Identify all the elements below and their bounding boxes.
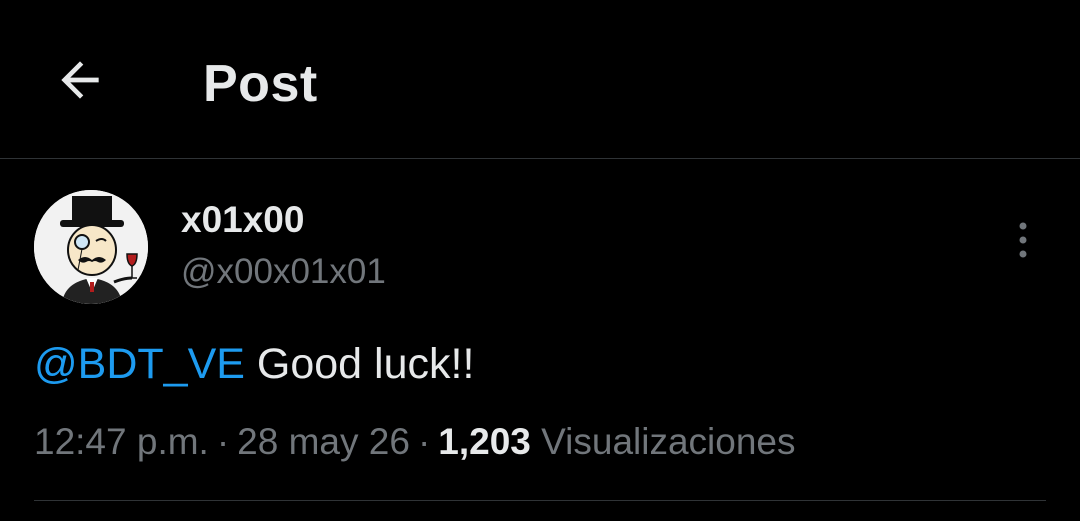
page-title: Post <box>203 55 318 113</box>
monocle-gentleman-avatar-icon <box>34 190 148 304</box>
back-button[interactable] <box>44 50 116 110</box>
post-metadata: 12:47 p.m. · 28 may 26 · 1,203 Visualizacion… <box>34 418 796 466</box>
meta-separator: · <box>417 421 431 462</box>
more-vertical-icon <box>1019 222 1027 258</box>
post-date[interactable]: 28 may 26 <box>237 421 410 462</box>
post-time[interactable]: 12:47 p.m. <box>34 421 209 462</box>
arrow-left-icon <box>61 61 99 99</box>
post-text: @BDT_VE Good luck!! <box>34 336 474 392</box>
views-count[interactable]: 1,203 <box>438 421 531 462</box>
avatar[interactable] <box>34 190 148 304</box>
top-bar: Post <box>0 0 1080 159</box>
divider <box>34 500 1046 501</box>
meta-separator: · <box>216 421 230 462</box>
mention-link[interactable]: @BDT_VE <box>34 340 245 388</box>
views-label[interactable]: Visualizaciones <box>541 421 795 462</box>
post-body-text: Good luck!! <box>256 340 475 388</box>
author-display-name[interactable]: x01x00 <box>181 198 304 242</box>
more-options-button[interactable] <box>1000 212 1046 268</box>
author-handle[interactable]: @x00x01x01 <box>181 250 386 294</box>
